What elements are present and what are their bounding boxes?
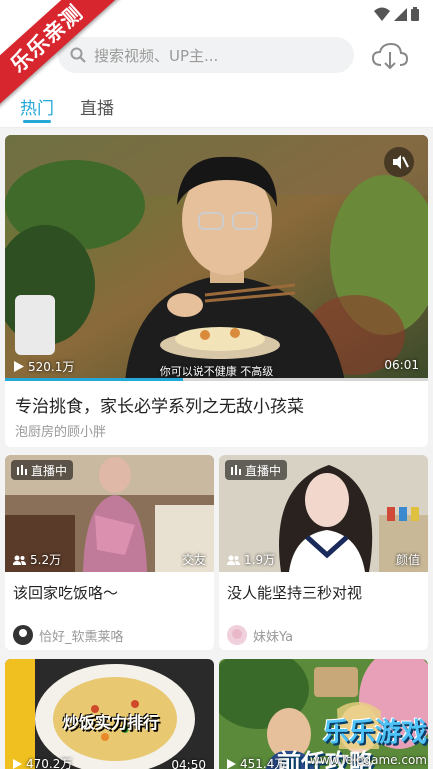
- status-icons: [374, 7, 419, 21]
- video-card-thumbnail[interactable]: 炒饭实力排行 470.2万 04:50: [5, 659, 214, 769]
- card-title[interactable]: 该回家吃饭咯～: [13, 582, 118, 603]
- video-duration: 04:50: [171, 758, 206, 769]
- mute-icon: [393, 155, 409, 169]
- play-icon: [13, 758, 22, 769]
- view-count: 470.2万: [13, 755, 72, 769]
- play-icon: [14, 361, 24, 372]
- tab-bar: 热门 直播: [0, 82, 433, 128]
- battery-icon: [411, 7, 419, 21]
- author-name: 妹妹Ya: [253, 629, 294, 645]
- search-icon: [70, 47, 86, 63]
- avatar: [227, 625, 247, 645]
- live-badge: 直播中: [225, 460, 288, 480]
- featured-view-count: 520.1万: [14, 358, 74, 375]
- category-tag: 颜值: [395, 553, 420, 567]
- signal-icon: [394, 8, 407, 21]
- live-badge-text: 直播中: [31, 463, 68, 478]
- live-badge-text: 直播中: [245, 463, 282, 478]
- watermark-url: www.lelegame.com: [309, 753, 427, 767]
- video-feed[interactable]: 你可以说不健康 不高级 520.1万 06:01 专治挑食，家长必学系列之无敌小…: [0, 128, 433, 769]
- people-icon: [13, 555, 26, 565]
- tab-hot[interactable]: 热门: [20, 94, 54, 119]
- viewer-count-text: 1.9万: [244, 553, 276, 567]
- search-placeholder: 搜索视频、UP主...: [94, 46, 219, 65]
- playback-progress-fill: [5, 378, 183, 381]
- tab-indicator: [23, 120, 51, 123]
- live-card-thumbnail[interactable]: 直播中 5.2万 交友: [5, 455, 214, 572]
- viewer-count-text: 5.2万: [30, 553, 62, 567]
- featured-video-card[interactable]: 你可以说不健康 不高级 520.1万 06:01 专治挑食，家长必学系列之无敌小…: [5, 135, 428, 447]
- watermark-title: 乐乐游戏: [322, 718, 427, 748]
- live-card[interactable]: 直播中 5.2万 交友 该回家吃饭咯～ 恰好_软熏莱咯: [5, 455, 214, 650]
- cloud-download-icon[interactable]: [370, 41, 410, 71]
- featured-duration: 06:01: [384, 358, 419, 372]
- live-badge: 直播中: [11, 460, 74, 480]
- featured-views-text: 520.1万: [28, 360, 75, 374]
- live-bars-icon: [231, 465, 241, 475]
- viewer-count: 5.2万: [13, 551, 61, 568]
- category-tag: 交友: [181, 553, 206, 567]
- viewer-count: 1.9万: [227, 551, 275, 568]
- featured-video-author[interactable]: 泡厨房的顾小胖: [15, 421, 106, 440]
- search-input[interactable]: 搜索视频、UP主...: [58, 37, 354, 73]
- author-name: 恰好_软熏莱咯: [39, 629, 124, 645]
- people-icon: [227, 555, 240, 565]
- tab-live[interactable]: 直播: [80, 94, 114, 119]
- live-card[interactable]: 直播中 1.9万 颜值 没人能坚持三秒对视 妹妹Ya: [219, 455, 428, 650]
- card-author[interactable]: 恰好_软熏莱咯: [13, 625, 124, 645]
- view-count-text: 470.2万: [26, 757, 73, 769]
- wifi-icon: [374, 7, 390, 21]
- site-watermark: 乐乐游戏 www.lelegame.com: [233, 709, 433, 769]
- live-bars-icon: [17, 465, 27, 475]
- card-title[interactable]: 没人能坚持三秒对视: [227, 582, 362, 603]
- playback-progress-bar[interactable]: [5, 378, 428, 381]
- mute-button[interactable]: [384, 147, 414, 177]
- featured-video-title[interactable]: 专治挑食，家长必学系列之无敌小孩菜: [15, 392, 304, 417]
- featured-thumbnail-image: [5, 135, 428, 381]
- video-card[interactable]: 炒饭实力排行 470.2万 04:50: [5, 659, 214, 769]
- live-card-thumbnail[interactable]: 直播中 1.9万 颜值: [219, 455, 428, 572]
- featured-video-thumbnail[interactable]: 你可以说不健康 不高级 520.1万 06:01: [5, 135, 428, 381]
- card-author[interactable]: 妹妹Ya: [227, 625, 293, 645]
- avatar: [13, 625, 33, 645]
- thumbnail-overlay-text: 炒饭实力排行: [63, 713, 160, 732]
